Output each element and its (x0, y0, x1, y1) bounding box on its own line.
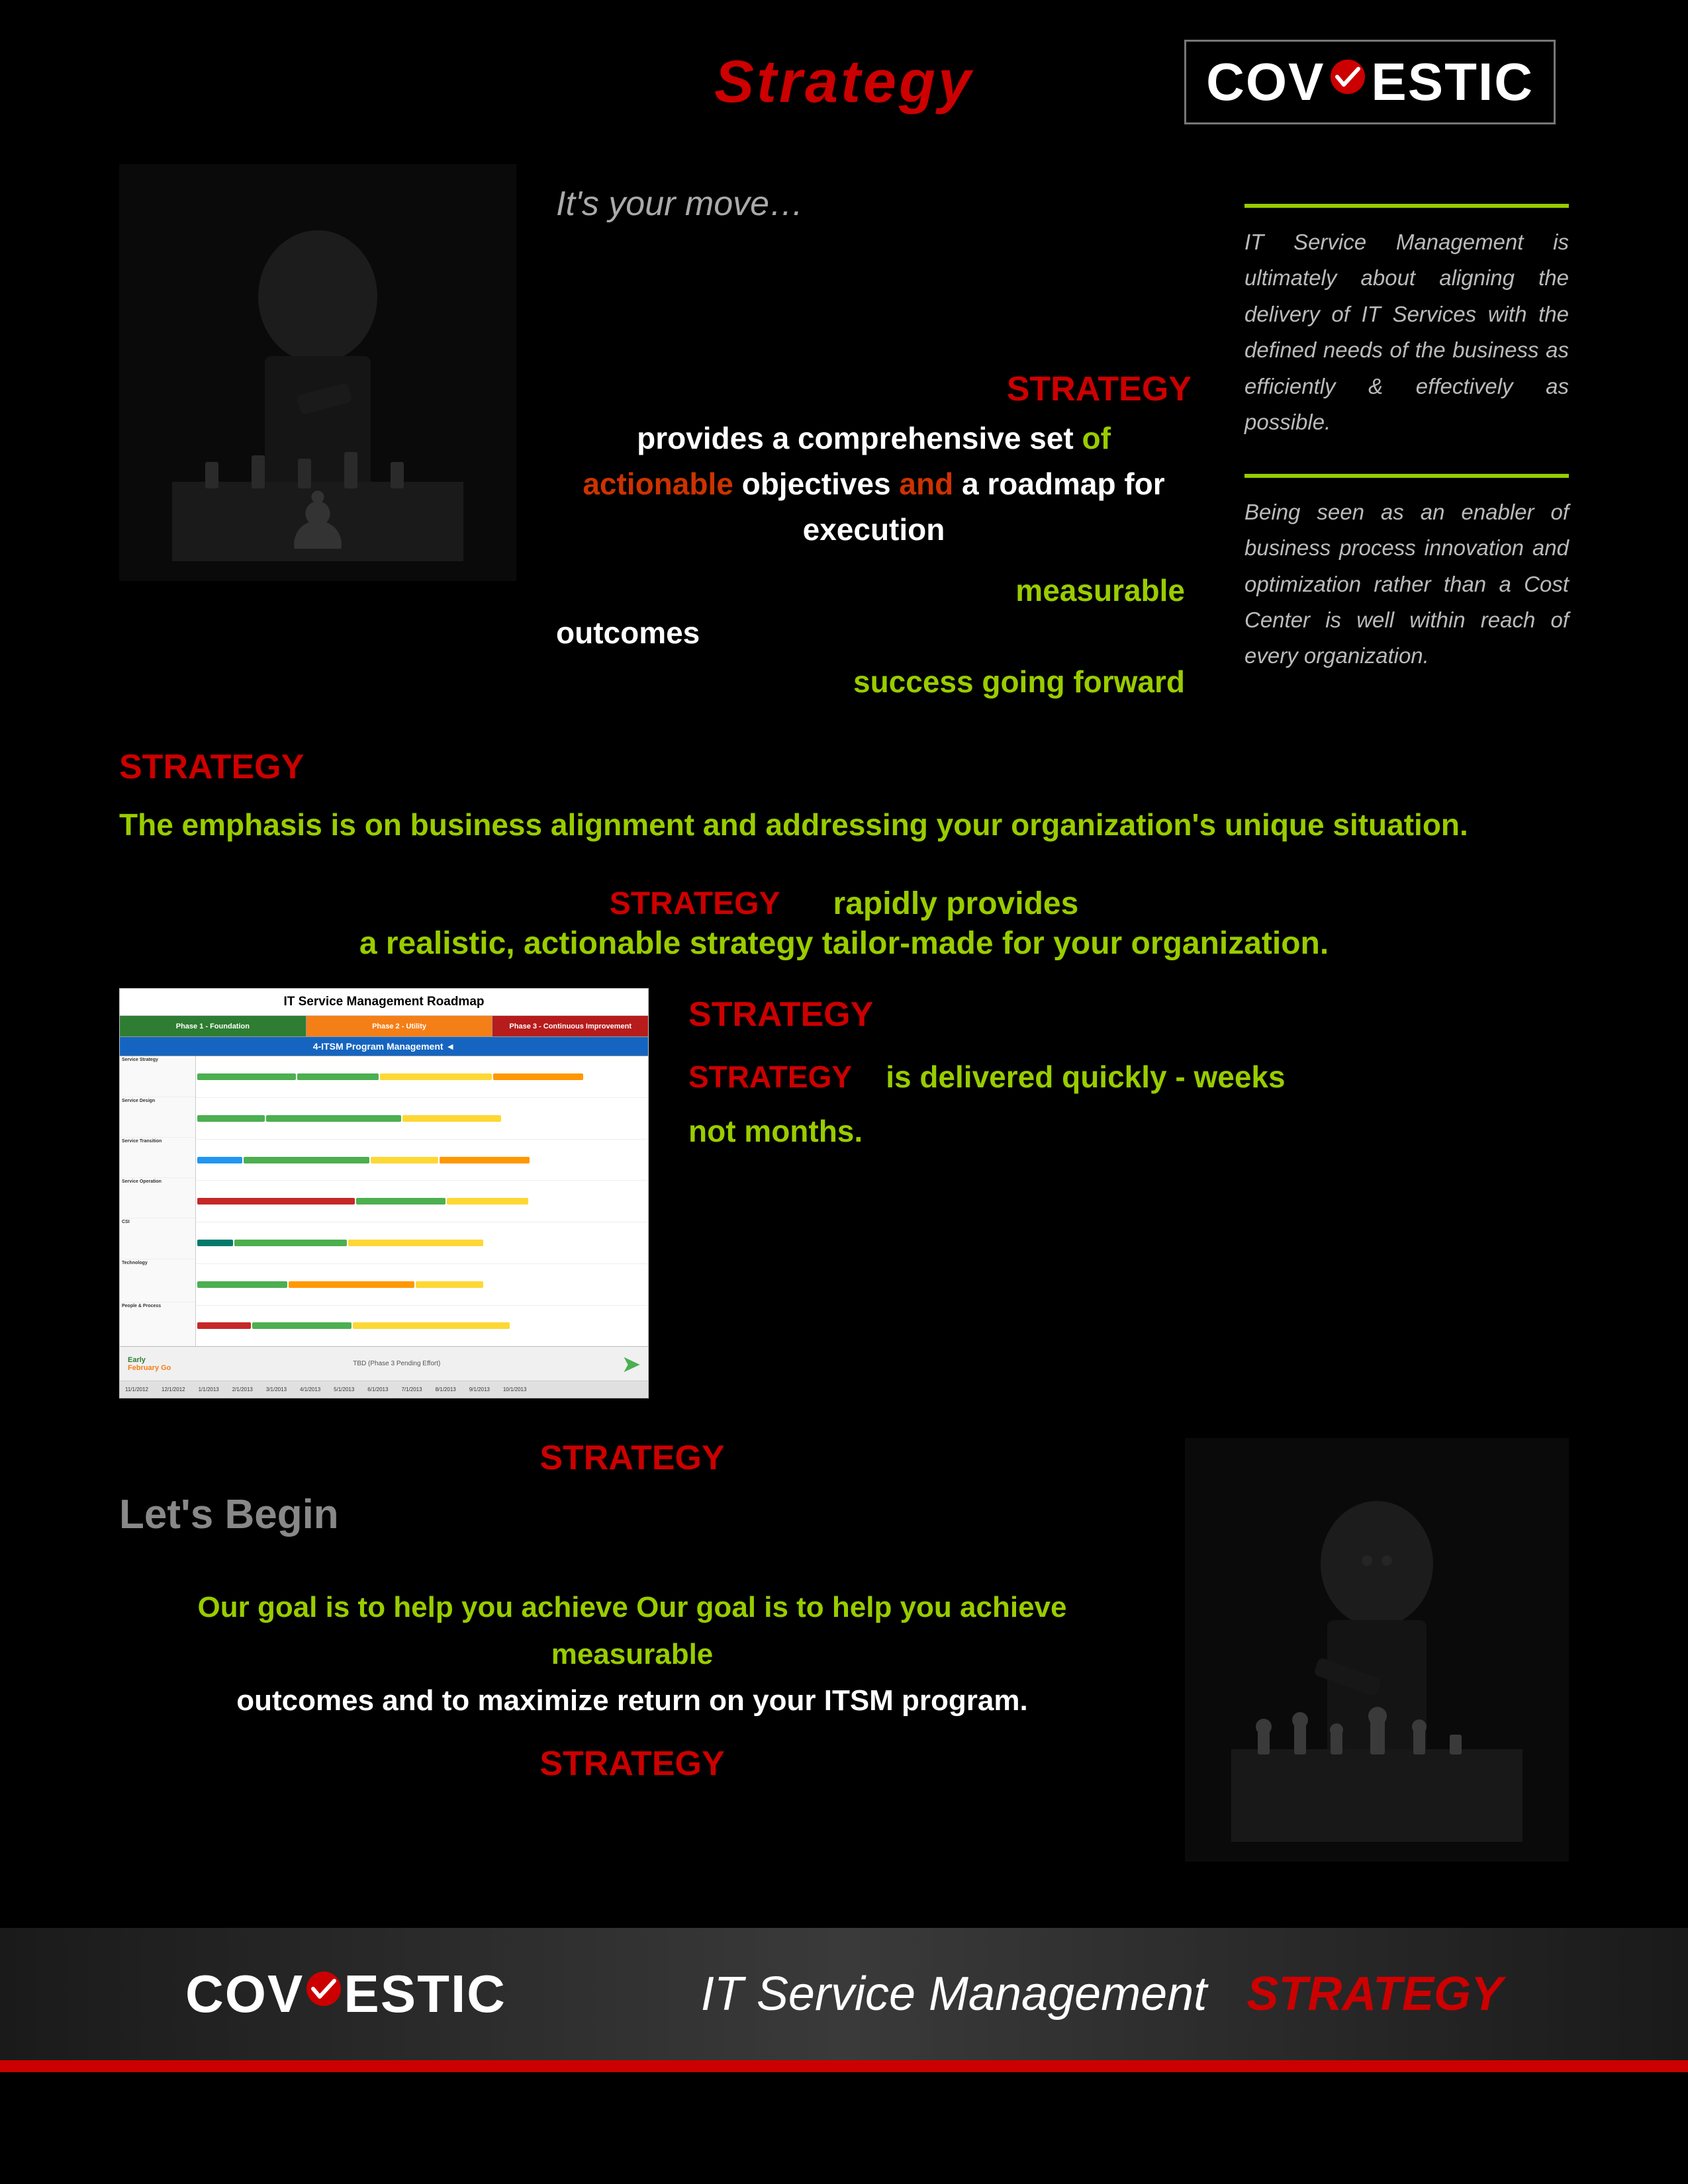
footer-logo-cov: COV (185, 1964, 304, 2025)
chess-image-1 (119, 164, 516, 581)
measurable-text: measurable (556, 572, 1192, 608)
outcomes-text: outcomes (556, 615, 1192, 651)
footer-tagline-normal: IT Service Management (701, 1968, 1207, 2021)
footer-logo: COV ESTIC (185, 1964, 506, 2025)
footer-logo-estic: ESTIC (344, 1964, 506, 2025)
top-section: It's your move… STRATEGY provides a comp… (0, 151, 1688, 714)
logo: COV ESTIC (1184, 40, 1556, 124)
right-sidebar: IT Service Management is ultimately abou… (1244, 164, 1569, 701)
sidebar-text-2: Being seen as an enabler of business pro… (1244, 494, 1569, 674)
roadmap-body: Service Strategy Service Design Service … (120, 1056, 648, 1346)
logo-cov-text: COV (1206, 52, 1325, 113)
roadmap-footer: Early February Go TBD (Phase 3 Pending E… (120, 1346, 648, 1381)
strategy-label-2: STRATEGY (119, 747, 1569, 787)
rapidly-section: STRATEGY rapidly provides a realistic, a… (0, 859, 1688, 975)
roadmap-right-text: STRATEGY STRATEGY is delivered quickly -… (688, 988, 1569, 1149)
tagline: It's your move… (556, 184, 1205, 224)
roadmap-phase1-header: Phase 1 - Foundation (120, 1016, 306, 1036)
roadmap-gantt (196, 1056, 648, 1346)
roadmap-phase-headers: Phase 1 - Foundation Phase 2 - Utility P… (120, 1016, 648, 1037)
center-text-block: It's your move… STRATEGY provides a comp… (556, 164, 1205, 700)
delivered-text: STRATEGY is delivered quickly - weeks (688, 1054, 1569, 1100)
strategy-label-1: STRATEGY (1007, 370, 1192, 408)
roadmap-arrow-icon: ➤ (622, 1351, 640, 1377)
chess-person-2-svg (1185, 1438, 1569, 1862)
mid-section: STRATEGY The emphasis is on business ali… (0, 714, 1688, 859)
roadmap-phase3-header: Phase 3 - Continuous Improvement (492, 1016, 648, 1036)
footer-tagline-bold: STRATEGY (1246, 1968, 1503, 2021)
bottom-left-text: STRATEGY Let's Begin Our goal is to help… (119, 1438, 1145, 1784)
logo-estic-text: ESTIC (1371, 52, 1534, 113)
roadmap-strategy-label: STRATEGY (688, 995, 1569, 1034)
bottom-section: STRATEGY Let's Begin Our goal is to help… (0, 1412, 1688, 1888)
logo-check-icon (1331, 60, 1365, 94)
roadmap-itsm-header: 4-ITSM Program Management ◄ (120, 1037, 648, 1056)
rapidly-strategy-label: STRATEGY (610, 886, 780, 921)
roadmap-section: IT Service Management Roadmap Phase 1 - … (0, 975, 1688, 1412)
footer-tagline: IT Service Management STRATEGY (701, 1967, 1503, 2021)
sidebar-divider-1 (1244, 204, 1569, 208)
roadmap-left-labels: Service Strategy Service Design Service … (120, 1056, 196, 1346)
emphasis-text: The emphasis is on business alignment an… (119, 803, 1569, 846)
chess-image-2 (1185, 1438, 1569, 1862)
roadmap-dates: 11/1/2012 12/1/2012 1/1/2013 2/1/2013 3/… (120, 1381, 648, 1398)
bottom-strategy-label: STRATEGY (119, 1438, 1145, 1478)
strategy-provides-text: provides a comprehensive set of actionab… (556, 416, 1192, 553)
strategy-final-label: STRATEGY (119, 1744, 1145, 1784)
roadmap-phase2-header: Phase 2 - Utility (306, 1016, 493, 1036)
rapidly-text: rapidly provides (833, 886, 1079, 921)
rapidly-line-1: STRATEGY rapidly provides (119, 886, 1569, 922)
red-bottom-bar (0, 2060, 1688, 2072)
rapidly-line-2: a realistic, actionable strategy tailor-… (119, 925, 1569, 962)
chess-person-1-svg (119, 164, 516, 581)
footer-logo-check-icon (306, 1972, 341, 2006)
lets-begin-text: Let's Begin (119, 1491, 1145, 1538)
roadmap-title: IT Service Management Roadmap (120, 989, 648, 1016)
footer: COV ESTIC IT Service Management STRATEGY (0, 1928, 1688, 2060)
header: Strategy COV ESTIC (0, 0, 1688, 151)
not-months-text: not months. (688, 1113, 1569, 1149)
sidebar-text-1: IT Service Management is ultimately abou… (1244, 224, 1569, 441)
page-title: Strategy (607, 48, 1082, 116)
goal-text: Our goal is to help you achieve Our goal… (119, 1584, 1145, 1724)
roadmap-image: IT Service Management Roadmap Phase 1 - … (119, 988, 649, 1398)
page: Strategy COV ESTIC (0, 0, 1688, 2184)
success-text: success going forward (556, 664, 1192, 700)
roadmap-chart: IT Service Management Roadmap Phase 1 - … (119, 988, 649, 1398)
strategy-block: STRATEGY provides a comprehensive set of… (556, 369, 1205, 700)
sidebar-divider-2 (1244, 474, 1569, 478)
